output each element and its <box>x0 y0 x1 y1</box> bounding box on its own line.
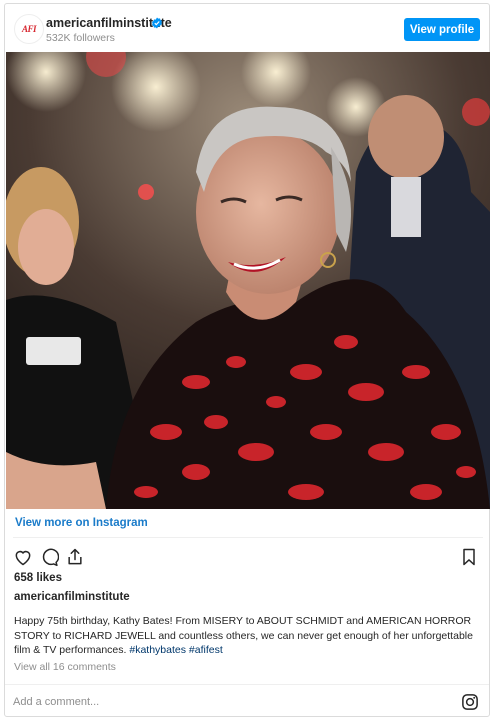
view-comments-link[interactable]: View all 16 comments <box>14 661 116 673</box>
hashtag-link[interactable]: #kathybates <box>129 644 186 656</box>
divider <box>13 537 483 538</box>
post-photo[interactable] <box>6 52 490 509</box>
instagram-icon[interactable] <box>461 693 479 711</box>
bookmark-icon[interactable] <box>459 547 479 567</box>
share-icon[interactable] <box>65 547 85 567</box>
hashtag-link[interactable]: #afifest <box>189 644 223 656</box>
comment-bar <box>5 684 489 718</box>
post-photo-illustration <box>6 52 490 509</box>
verified-badge-icon <box>152 17 162 29</box>
like-count[interactable]: 658 likes <box>14 572 62 584</box>
view-more-link[interactable]: View more on Instagram <box>15 517 148 529</box>
comment-input[interactable] <box>13 693 433 711</box>
heart-icon[interactable] <box>13 547 33 567</box>
caption-text: Happy 75th birthday, Kathy Bates! From M… <box>14 615 473 656</box>
avatar-logo-text: AFI <box>21 24 37 34</box>
post-header: AFI americanfilminstitute 532K followers… <box>5 4 489 52</box>
view-profile-button[interactable]: View profile <box>404 18 480 41</box>
comment-icon[interactable] <box>39 547 59 567</box>
caption: Happy 75th birthday, Kathy Bates! From M… <box>14 614 482 658</box>
follower-count: 532K followers <box>46 32 115 44</box>
caption-username[interactable]: americanfilminstitute <box>14 591 130 603</box>
instagram-embed-card: AFI americanfilminstitute 532K followers… <box>4 3 490 717</box>
avatar[interactable]: AFI <box>14 14 44 44</box>
